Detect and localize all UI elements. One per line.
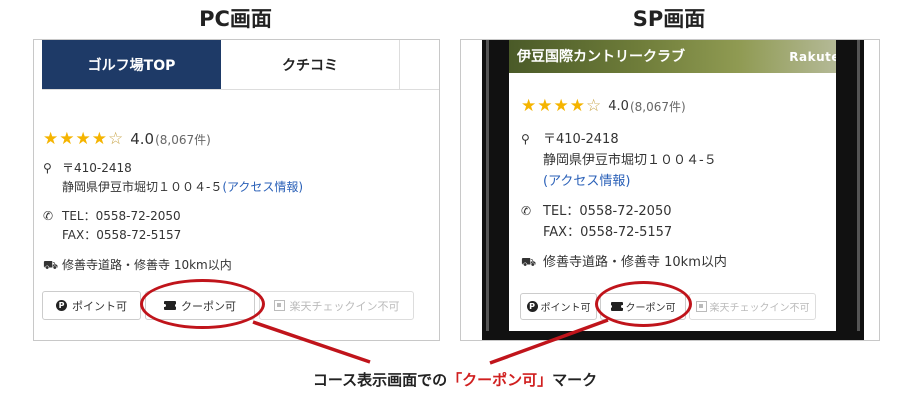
callout-lines <box>252 318 609 365</box>
callout-line-pc <box>252 320 371 364</box>
caption: コース表示画面での「クーポン可」マーク <box>0 369 910 390</box>
caption-highlight: 「クーポン可」 <box>447 371 553 389</box>
callout-line-sp <box>489 318 609 365</box>
caption-after: マーク <box>552 371 598 389</box>
caption-before: コース表示画面での <box>312 371 448 389</box>
